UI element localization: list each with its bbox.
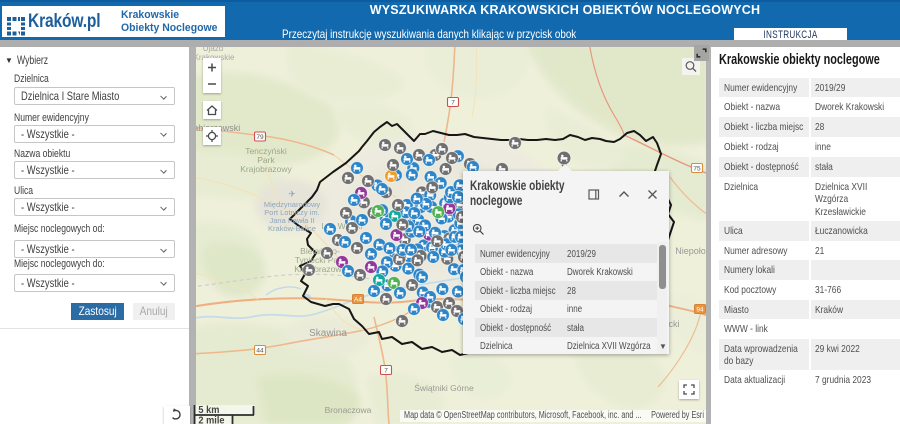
svg-text:Kraków-Balice: Kraków-Balice (268, 224, 316, 233)
svg-text:94: 94 (696, 307, 704, 314)
svg-text:Świątniki Górne: Świątniki Górne (414, 382, 474, 393)
svg-text:cki: cki (669, 319, 680, 329)
svg-text:75: 75 (693, 166, 701, 173)
svg-text:44: 44 (256, 348, 264, 355)
svg-text:Niepołomice: Niepołomice (675, 246, 706, 256)
svg-text:7: 7 (384, 368, 388, 375)
svg-text:7: 7 (451, 100, 455, 107)
svg-text:Krajobrazowy: Krajobrazowy (240, 164, 292, 174)
svg-text:79: 79 (256, 134, 264, 141)
svg-text:Skawina: Skawina (309, 328, 347, 339)
svg-text:A4: A4 (354, 297, 362, 304)
svg-text:Bronaczowa: Bronaczowa (325, 405, 372, 415)
svg-text:✈: ✈ (288, 189, 296, 199)
svg-text:2 mile: 2 mile (198, 415, 224, 424)
